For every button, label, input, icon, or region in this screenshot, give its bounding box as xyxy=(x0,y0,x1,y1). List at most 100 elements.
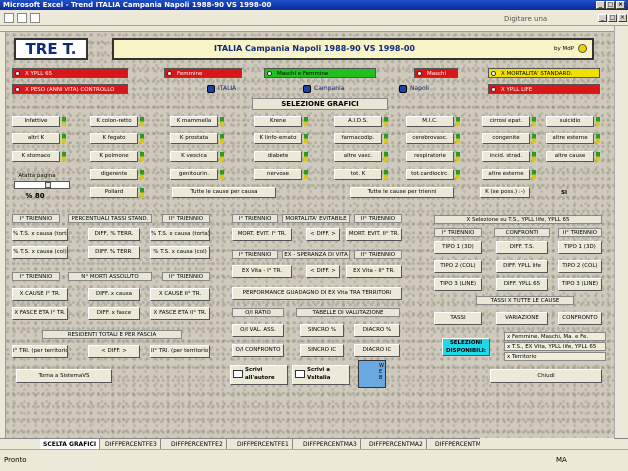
cause-button-c8-0[interactable]: suicidio xyxy=(546,116,594,127)
cause-button-c2-0[interactable]: K colon-retto xyxy=(90,116,138,127)
cause-button-c7-1[interactable]: congenite xyxy=(482,133,530,144)
p2-b3[interactable]: X FASCE ETA I° TR. xyxy=(12,307,68,320)
m2-b0[interactable]: EX Vita - I° TR. xyxy=(232,265,292,278)
print-icon[interactable] xyxy=(30,13,40,23)
tv-b2[interactable]: SINCRO IC xyxy=(300,344,344,357)
ylg65-check[interactable]: X YPLL 65 xyxy=(12,68,128,78)
p1-b4[interactable]: DIFF. % TERR. xyxy=(88,246,140,259)
napoli-option[interactable]: Napoli xyxy=(398,84,429,94)
scrivi-autore-button[interactable]: Scrivi all'autore xyxy=(230,365,288,385)
chiudi-button[interactable]: Chiudi xyxy=(490,369,602,383)
ypll-life-check[interactable]: X YPLL LIFE xyxy=(488,84,600,94)
r-b3[interactable]: TIPO 2 (COL) xyxy=(434,260,482,273)
min-doc-button[interactable]: _ xyxy=(598,14,607,22)
cause-button-c4-0[interactable]: Krene xyxy=(254,116,302,127)
p2-b5[interactable]: X FASCE ETA II° TR. xyxy=(150,307,210,320)
tv-b3[interactable]: DIACRO IC xyxy=(354,344,400,357)
female-check[interactable]: Femmine xyxy=(164,68,242,78)
m2-b2[interactable]: EX Vita - II° TR. xyxy=(346,265,402,278)
selezioni-button[interactable]: SELEZIONI DISPONIBILI: xyxy=(442,338,490,356)
r-b7[interactable]: DIFF. YPLL 65 xyxy=(496,278,548,291)
tutte-cause-per-causa-button[interactable]: Tutte le cause per causa xyxy=(172,187,276,198)
cause-button-c3-2[interactable]: K vescica xyxy=(170,151,218,162)
cause-button-c5-1[interactable]: farmacodip. xyxy=(334,133,382,144)
cause-button-c3-1[interactable]: K prostata xyxy=(170,133,218,144)
open-icon[interactable] xyxy=(17,13,27,23)
tassi-b0[interactable]: TASSI xyxy=(434,312,482,325)
cause-button-c5-3[interactable]: tot. K xyxy=(334,169,382,180)
m1-b0[interactable]: MORT. EVIT. I° TR. xyxy=(232,228,292,241)
cause-button-c1-2[interactable]: K stomaco xyxy=(12,151,60,162)
perf-button[interactable]: PERFORMANCE GUADAGNO DI EX Vita TRA TERR… xyxy=(232,287,402,300)
mort-check[interactable]: X MORTALITA' STANDARD. xyxy=(488,68,600,78)
p1-b1[interactable]: DIFF, % TERR. xyxy=(88,228,140,241)
p3-b1[interactable]: < DIFF. > xyxy=(88,345,140,358)
cause-button-c2-3[interactable]: digerente xyxy=(90,169,138,180)
cause-button-c5-2[interactable]: altre vasc. xyxy=(334,151,382,162)
minimize-button[interactable]: _ xyxy=(596,1,605,9)
vertical-scrollbar[interactable] xyxy=(614,26,628,438)
m1-b1[interactable]: < DIFF. > xyxy=(306,228,340,241)
cause-button-c6-2[interactable]: respiratorie xyxy=(406,151,454,162)
tutte-cause-per-trienni-button[interactable]: Tutte le cause per trienni xyxy=(350,187,454,198)
cause-button-c4-2[interactable]: diabete xyxy=(254,151,302,162)
p1-b0[interactable]: % T.S. x causa (torta) xyxy=(12,228,68,241)
cause-button-c6-0[interactable]: M.I.C. xyxy=(406,116,454,127)
cause-button-c7-0[interactable]: cirrosi epat. xyxy=(482,116,530,127)
oxi-b1[interactable]: O/I CONFRONTO xyxy=(232,344,284,357)
p2-b4[interactable]: DIFF. x fasce xyxy=(88,307,140,320)
r-b5[interactable]: TIPO 2 (COL) xyxy=(558,260,602,273)
cause-button-c5-0[interactable]: A.I.D.S. xyxy=(334,116,382,127)
maximize-button[interactable]: □ xyxy=(606,1,615,9)
m1-b2[interactable]: MORT. EVIT. II° TR. xyxy=(346,228,402,241)
zoom-slider[interactable] xyxy=(14,181,70,189)
cause-button-c2-2[interactable]: K polmone xyxy=(90,151,138,162)
cause-button-c8-2[interactable]: altre cause xyxy=(546,151,594,162)
cause-button-c3-0[interactable]: K mammella xyxy=(170,116,218,127)
mf-check[interactable]: Maschi e Femmine xyxy=(264,68,376,78)
r-b2[interactable]: TIPO 1 (3D) xyxy=(558,241,602,254)
horizontal-scrollbar[interactable] xyxy=(480,438,614,449)
cause-button-c7-3[interactable]: altre esterne xyxy=(482,169,530,180)
peso-check[interactable]: X PESO (ANNI VITA) CONTROLLO xyxy=(12,84,128,94)
cause-button-c6-3[interactable]: tot.cardiocirc. xyxy=(406,169,454,180)
p1-b5[interactable]: % T.S. x causa (col) xyxy=(150,246,210,259)
cause-button-c3-3[interactable]: genitourin. xyxy=(170,169,218,180)
r-b6[interactable]: TIPO 3 (LINE) xyxy=(434,278,482,291)
cause-button-c4-1[interactable]: K linfo-emato xyxy=(254,133,302,144)
restore-doc-button[interactable]: □ xyxy=(608,14,617,22)
p3-b2[interactable]: II° TRI. (per territorio) xyxy=(150,345,210,358)
p2-b1[interactable]: DIFF. x causa xyxy=(88,288,140,301)
tv-b1[interactable]: DIACRO % xyxy=(354,324,400,337)
r-b1[interactable]: DIFF. T.S. xyxy=(496,241,548,254)
web-button[interactable]: WEB xyxy=(358,360,386,388)
scrivi-vsitalia-button[interactable]: Scrivi a VsItalia xyxy=(292,365,350,385)
ask-question-input[interactable]: Digitare una domanda. xyxy=(504,14,574,34)
tv-b0[interactable]: SINCRO % xyxy=(300,324,344,337)
campania-option[interactable]: Campania xyxy=(302,84,344,94)
tassi-b1[interactable]: VARIAZIONE xyxy=(496,312,548,325)
m2-b1[interactable]: < DIFF. > xyxy=(306,265,340,278)
r-b8[interactable]: TIPO 3 (LINE) xyxy=(558,278,602,291)
cause-button-c6-1[interactable]: cerebrovasc. xyxy=(406,133,454,144)
k-se-poss-button[interactable]: K (se poss.) :-) xyxy=(480,187,530,198)
cause-button-c1-1[interactable]: altri K xyxy=(12,133,60,144)
p1-b3[interactable]: % T.S. x causa (col) xyxy=(12,246,68,259)
p2-b0[interactable]: X CAUSE I° TR. xyxy=(12,288,68,301)
new-icon[interactable] xyxy=(4,13,14,23)
p1-b2[interactable]: % T.S. x causa (torta) xyxy=(150,228,210,241)
torna-sistemavs-button[interactable]: Torna a SistemaVS xyxy=(16,369,112,383)
cause-button-c2-4[interactable]: Pollard xyxy=(90,187,138,198)
close-button[interactable]: × xyxy=(616,1,625,9)
cause-button-c4-3[interactable]: nervose xyxy=(254,169,302,180)
oxi-b0[interactable]: O/I VAL. ASS. xyxy=(232,324,284,337)
p3-b0[interactable]: I° TRI. (per territorio) xyxy=(12,345,68,358)
italia-option[interactable]: ITALIA xyxy=(206,84,236,94)
p2-b2[interactable]: X CAUSE II° TR. xyxy=(150,288,210,301)
r-b4[interactable]: DIFF. YPLL life xyxy=(496,260,548,273)
cause-button-c2-1[interactable]: K fegato xyxy=(90,133,138,144)
r-b0[interactable]: TIPO 1 (3D) xyxy=(434,241,482,254)
cause-button-c1-0[interactable]: Infettive xyxy=(12,116,60,127)
tassi-b2[interactable]: CONFRONTO xyxy=(558,312,602,325)
male-check[interactable]: Maschi xyxy=(414,68,458,78)
